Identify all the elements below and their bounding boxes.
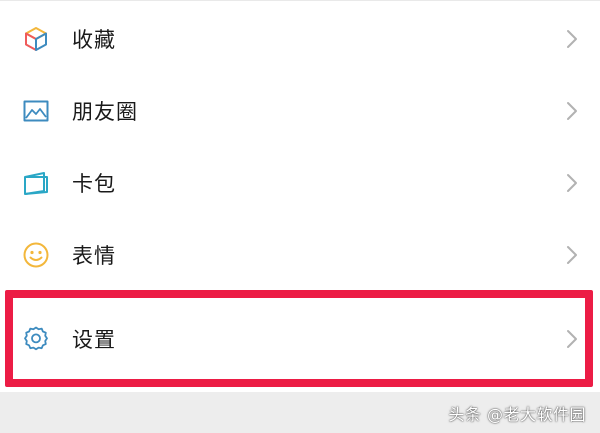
gear-icon xyxy=(22,325,50,353)
menu-item-label: 卡包 xyxy=(72,172,116,196)
menu-item-moments[interactable]: 朋友圈 xyxy=(0,75,600,147)
chevron-right-icon xyxy=(566,245,578,265)
wallet-icon xyxy=(22,169,50,197)
chevron-right-icon xyxy=(566,29,578,49)
menu-item-settings[interactable]: 设置 xyxy=(0,303,600,375)
chevron-right-icon xyxy=(566,329,578,349)
menu-item-card-wallet[interactable]: 卡包 xyxy=(0,147,600,219)
menu-item-label: 收藏 xyxy=(72,28,116,52)
cube-icon xyxy=(22,25,50,53)
menu-item-label: 表情 xyxy=(72,244,116,268)
watermark-text: 头条 @老大软件园 xyxy=(448,405,586,424)
chevron-right-icon xyxy=(566,101,578,121)
smiley-icon xyxy=(22,241,50,269)
menu-item-label: 设置 xyxy=(72,328,116,352)
menu-item-stickers[interactable]: 表情 xyxy=(0,219,600,291)
chevron-right-icon xyxy=(566,173,578,193)
menu-item-favorites[interactable]: 收藏 xyxy=(0,3,600,75)
me-menu-list: 收藏 朋友圈 卡包 表情 设置 xyxy=(0,0,600,392)
picture-icon xyxy=(22,97,50,125)
menu-item-label: 朋友圈 xyxy=(72,100,138,124)
